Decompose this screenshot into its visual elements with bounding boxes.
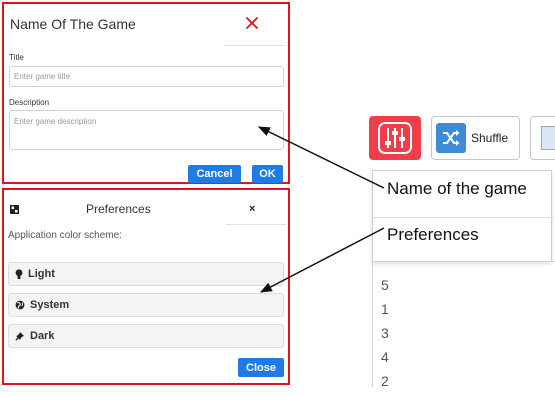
arrow-to-preferences-dialog [259, 227, 385, 293]
arrow-to-game-dialog [257, 126, 385, 189]
callout-arrows [257, 126, 385, 293]
